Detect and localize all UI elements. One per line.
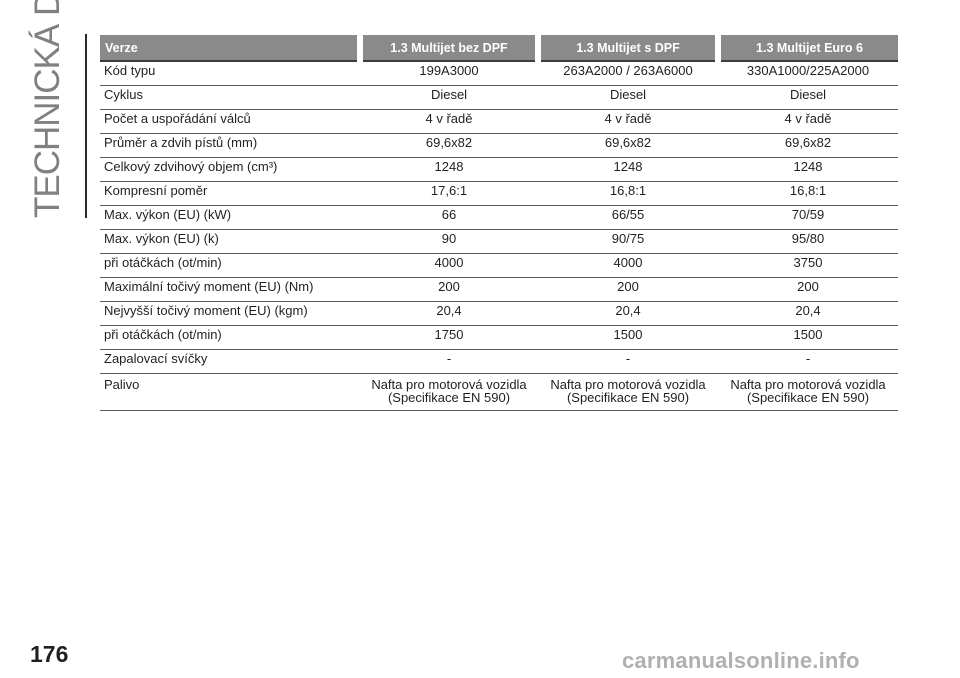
table-row: Zapalovací svíčky - - -	[100, 349, 898, 374]
cell-value: -	[538, 349, 718, 374]
table-row: při otáčkách (ot/min) 1750 1500 1500	[100, 325, 898, 350]
cell-value: 69,6x82	[718, 133, 898, 158]
table-row: Nejvyšší točivý moment (EU) (kgm) 20,4 20,…	[100, 301, 898, 326]
section-title-vertical: TECHNICKÁ DATA	[28, 0, 67, 218]
watermark: carmanualsonline.info	[622, 648, 860, 673]
cell-value: 66/55	[538, 205, 718, 230]
cell-value: Diesel	[718, 85, 898, 110]
cell-value: 1500	[538, 325, 718, 350]
column-header-version: Verze	[100, 35, 360, 62]
cell-value: 66	[360, 205, 538, 230]
table-row: Kompresní poměr 17,6:1 16,8:1 16,8:1	[100, 181, 898, 206]
row-label: při otáčkách (ot/min)	[100, 253, 360, 278]
row-label: Celkový zdvihový objem (cm³)	[100, 157, 360, 182]
cell-line: (Specifikace EN 590)	[746, 390, 870, 405]
cell-value: 20,4	[718, 301, 898, 326]
cell-value: 16,8:1	[538, 181, 718, 206]
table-row: Průměr a zdvih pístů (mm) 69,6x82 69,6x82 6…	[100, 133, 898, 158]
column-header-engine-3: 1.3 Multijet Euro 6	[715, 35, 898, 62]
cell-value: 20,4	[360, 301, 538, 326]
cell-value: 1248	[538, 157, 718, 182]
row-label: Max. výkon (EU) (k)	[100, 229, 360, 254]
cell-value: 1248	[360, 157, 538, 182]
row-label: Průměr a zdvih pístů (mm)	[100, 133, 360, 158]
cell-value: 70/59	[718, 205, 898, 230]
cell-value: 90/75	[538, 229, 718, 254]
table-row-fuel: Palivo Nafta pro motorová vozidla (Specifi…	[100, 373, 898, 411]
cell-value: 200	[718, 277, 898, 302]
row-label: Nejvyšší točivý moment (EU) (kgm)	[100, 301, 360, 326]
cell-value: 1500	[718, 325, 898, 350]
cell-line: (Specifikace EN 590)	[387, 390, 511, 405]
column-header-engine-2: 1.3 Multijet s DPF	[535, 35, 718, 62]
table-row: Max. výkon (EU) (k) 90 90/75 95/80	[100, 229, 898, 254]
cell-value: 330A1000/225A2000	[718, 61, 898, 86]
row-label: Zapalovací svíčky	[100, 349, 360, 374]
column-header-engine-1: 1.3 Multijet bez DPF	[357, 35, 538, 62]
cell-value: Nafta pro motorová vozidla (Specifikace E…	[718, 373, 898, 411]
row-label: Palivo	[100, 373, 360, 411]
table-row: Cyklus Diesel Diesel Diesel	[100, 85, 898, 110]
cell-value: 200	[538, 277, 718, 302]
cell-value: 4 v řadě	[718, 109, 898, 134]
cell-value: 20,4	[538, 301, 718, 326]
table-row: Max. výkon (EU) (kW) 66 66/55 70/59	[100, 205, 898, 230]
table-row: Kód typu 199A3000 263A2000 / 263A6000 330A1…	[100, 61, 898, 86]
cell-value: 199A3000	[360, 61, 538, 86]
row-label: Cyklus	[100, 85, 360, 110]
cell-line: (Specifikace EN 590)	[566, 390, 690, 405]
cell-value: 16,8:1	[718, 181, 898, 206]
cell-value: 4 v řadě	[360, 109, 538, 134]
cell-value: -	[360, 349, 538, 374]
table-row: při otáčkách (ot/min) 4000 4000 3750	[100, 253, 898, 278]
section-divider-bar	[85, 34, 87, 218]
cell-value: Nafta pro motorová vozidla (Specifikace E…	[538, 373, 718, 411]
row-label: Kód typu	[100, 61, 360, 86]
table-row: Celkový zdvihový objem (cm³) 1248 1248 1248	[100, 157, 898, 182]
table-header-row: Verze 1.3 Multijet bez DPF 1.3 Multijet …	[100, 35, 898, 62]
cell-value: -	[718, 349, 898, 374]
row-label: při otáčkách (ot/min)	[100, 325, 360, 350]
cell-value: 69,6x82	[360, 133, 538, 158]
cell-value: Nafta pro motorová vozidla (Specifikace E…	[360, 373, 538, 411]
row-label: Maximální točivý moment (EU) (Nm)	[100, 277, 360, 302]
cell-value: 1750	[360, 325, 538, 350]
cell-value: Diesel	[360, 85, 538, 110]
row-label: Kompresní poměr	[100, 181, 360, 206]
engine-spec-table: Verze 1.3 Multijet bez DPF 1.3 Multijet …	[100, 35, 898, 411]
row-label: Max. výkon (EU) (kW)	[100, 205, 360, 230]
cell-value: 17,6:1	[360, 181, 538, 206]
cell-value: 200	[360, 277, 538, 302]
page-number: 176	[30, 641, 69, 667]
cell-value: 90	[360, 229, 538, 254]
cell-value: 69,6x82	[538, 133, 718, 158]
row-label: Počet a uspořádání válců	[100, 109, 360, 134]
cell-value: 4000	[538, 253, 718, 278]
cell-value: 4 v řadě	[538, 109, 718, 134]
cell-value: 95/80	[718, 229, 898, 254]
cell-value: 263A2000 / 263A6000	[538, 61, 718, 86]
table-row: Maximální točivý moment (EU) (Nm) 200 200 2…	[100, 277, 898, 302]
table-row: Počet a uspořádání válců 4 v řadě 4 v řadě…	[100, 109, 898, 134]
cell-value: 3750	[718, 253, 898, 278]
cell-value: Diesel	[538, 85, 718, 110]
cell-value: 4000	[360, 253, 538, 278]
cell-value: 1248	[718, 157, 898, 182]
